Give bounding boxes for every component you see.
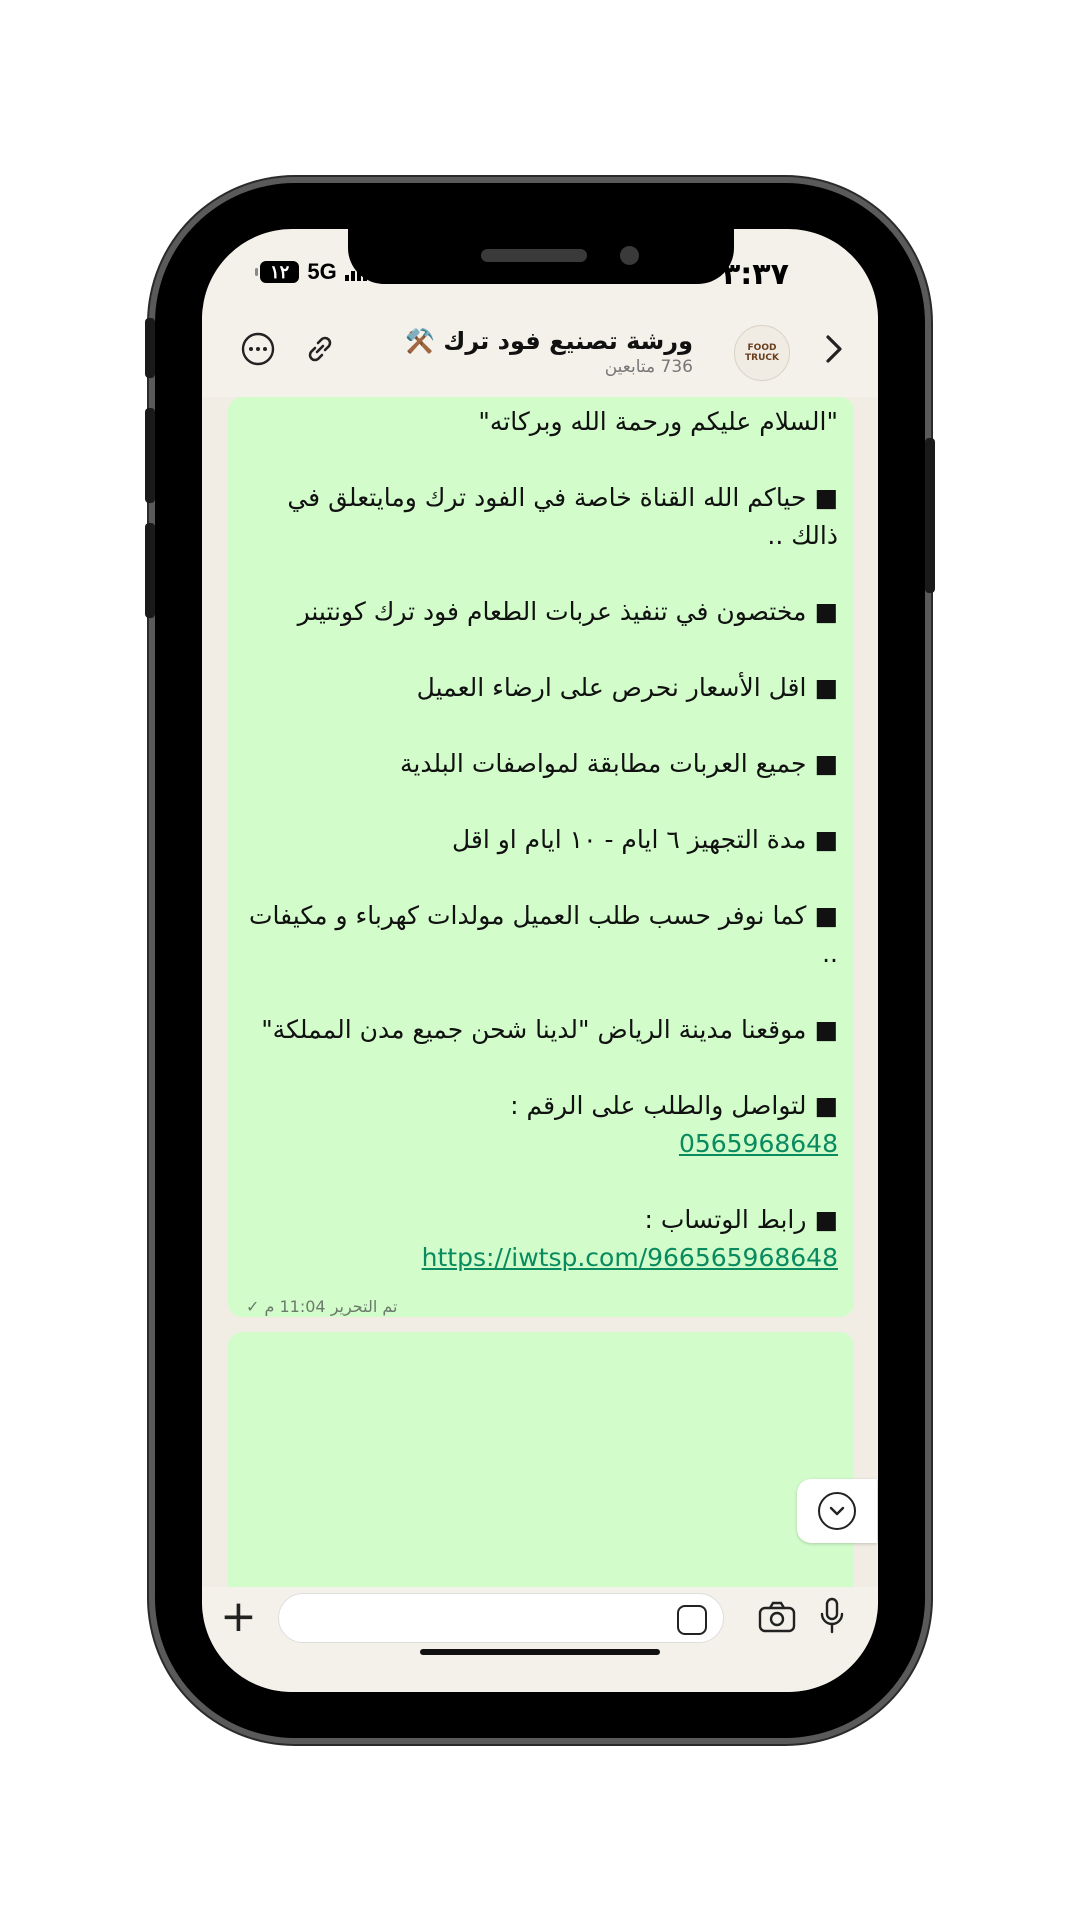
message-line: ■ اقل الأسعار نحرص على ارضاء العميل — [416, 673, 838, 702]
sticker-icon[interactable] — [677, 1605, 707, 1635]
screen: ١٢ 5G ٣:٣٧ ورشة تصنيع فود ترك ⚒️ 736 متا… — [202, 229, 878, 1692]
camera-icon[interactable] — [758, 1601, 796, 1641]
message-line: ■ جميع العربات مطابقة لمواصفات البلدية — [400, 749, 838, 778]
scroll-down-button[interactable] — [797, 1479, 877, 1543]
avatar[interactable]: FOOD TRUCK — [734, 325, 790, 381]
chevron-down-icon — [818, 1492, 856, 1530]
channel-title: ورشة تصنيع فود ترك ⚒️ — [405, 327, 693, 355]
message-text: "السلام عليكم ورحمة الله وبركاته" ■ حياك… — [238, 403, 838, 1277]
volume-up-button — [145, 408, 155, 503]
front-camera — [620, 246, 639, 265]
network-label: 5G — [307, 259, 337, 284]
phone-link[interactable]: 0565968648 — [679, 1129, 838, 1158]
speaker — [481, 249, 587, 262]
message-meta: تم التحرير 11:04 م ✓ — [246, 1297, 397, 1316]
media-bubble[interactable] — [228, 1332, 854, 1587]
silent-switch — [145, 318, 155, 378]
plus-icon[interactable]: + — [220, 1595, 257, 1639]
contact-label: ■ لتواصل والطلب على الرقم : — [510, 1091, 838, 1120]
battery-icon: ١٢ — [254, 261, 300, 283]
message-bubble[interactable]: "السلام عليكم ورحمة الله وبركاته" ■ حياك… — [228, 397, 854, 1317]
channel-header: ورشة تصنيع فود ترك ⚒️ 736 متابعين FOOD T… — [202, 309, 878, 397]
phone-frame: ١٢ 5G ٣:٣٧ ورشة تصنيع فود ترك ⚒️ 736 متا… — [145, 183, 935, 1738]
status-time: ٣:٣٧ — [722, 257, 789, 292]
more-icon[interactable] — [240, 331, 276, 375]
contact-line: ■ لتواصل والطلب على الرقم : 0565968648 — [238, 1087, 838, 1163]
link-icon[interactable] — [302, 331, 338, 375]
mic-icon[interactable] — [818, 1597, 846, 1643]
message-line: ■ مدة التجهيز ٦ ايام - ١٠ ايام او اقل — [451, 825, 838, 854]
message-line: ■ موقعنا مدينة الرياض "لدينا شحن جميع مد… — [261, 1015, 838, 1044]
channel-title-block[interactable]: ورشة تصنيع فود ترك ⚒️ 736 متابعين — [405, 327, 693, 377]
edited-time: تم التحرير 11:04 م — [264, 1297, 398, 1316]
volume-down-button — [145, 523, 155, 618]
check-icon: ✓ — [246, 1297, 260, 1316]
home-indicator — [420, 1649, 660, 1655]
power-button — [925, 438, 935, 593]
whatsapp-link[interactable]: https://iwtsp.com/966565968648 — [422, 1243, 838, 1272]
follower-count: 736 متابعين — [604, 357, 693, 377]
whatsapp-label: ■ رابط الوتساب : — [644, 1205, 838, 1234]
message-input[interactable] — [278, 1593, 724, 1643]
chat-area[interactable]: "السلام عليكم ورحمة الله وبركاته" ■ حياك… — [202, 397, 878, 1587]
chevron-right-icon[interactable] — [820, 331, 848, 375]
message-line: ■ كما نوفر حسب طلب العميل مولدات كهرباء … — [248, 901, 838, 968]
whatsapp-line: ■ رابط الوتساب : https://iwtsp.com/96656… — [238, 1201, 838, 1277]
message-line: ■ مختصون في تنفيذ عربات الطعام فود ترك ك… — [297, 597, 838, 626]
input-bar: + — [202, 1587, 878, 1692]
notch — [348, 229, 734, 284]
message-line: "السلام عليكم ورحمة الله وبركاته" — [478, 407, 838, 436]
message-line: ■ حياكم الله القناة خاصة في الفود ترك وم… — [287, 483, 838, 550]
